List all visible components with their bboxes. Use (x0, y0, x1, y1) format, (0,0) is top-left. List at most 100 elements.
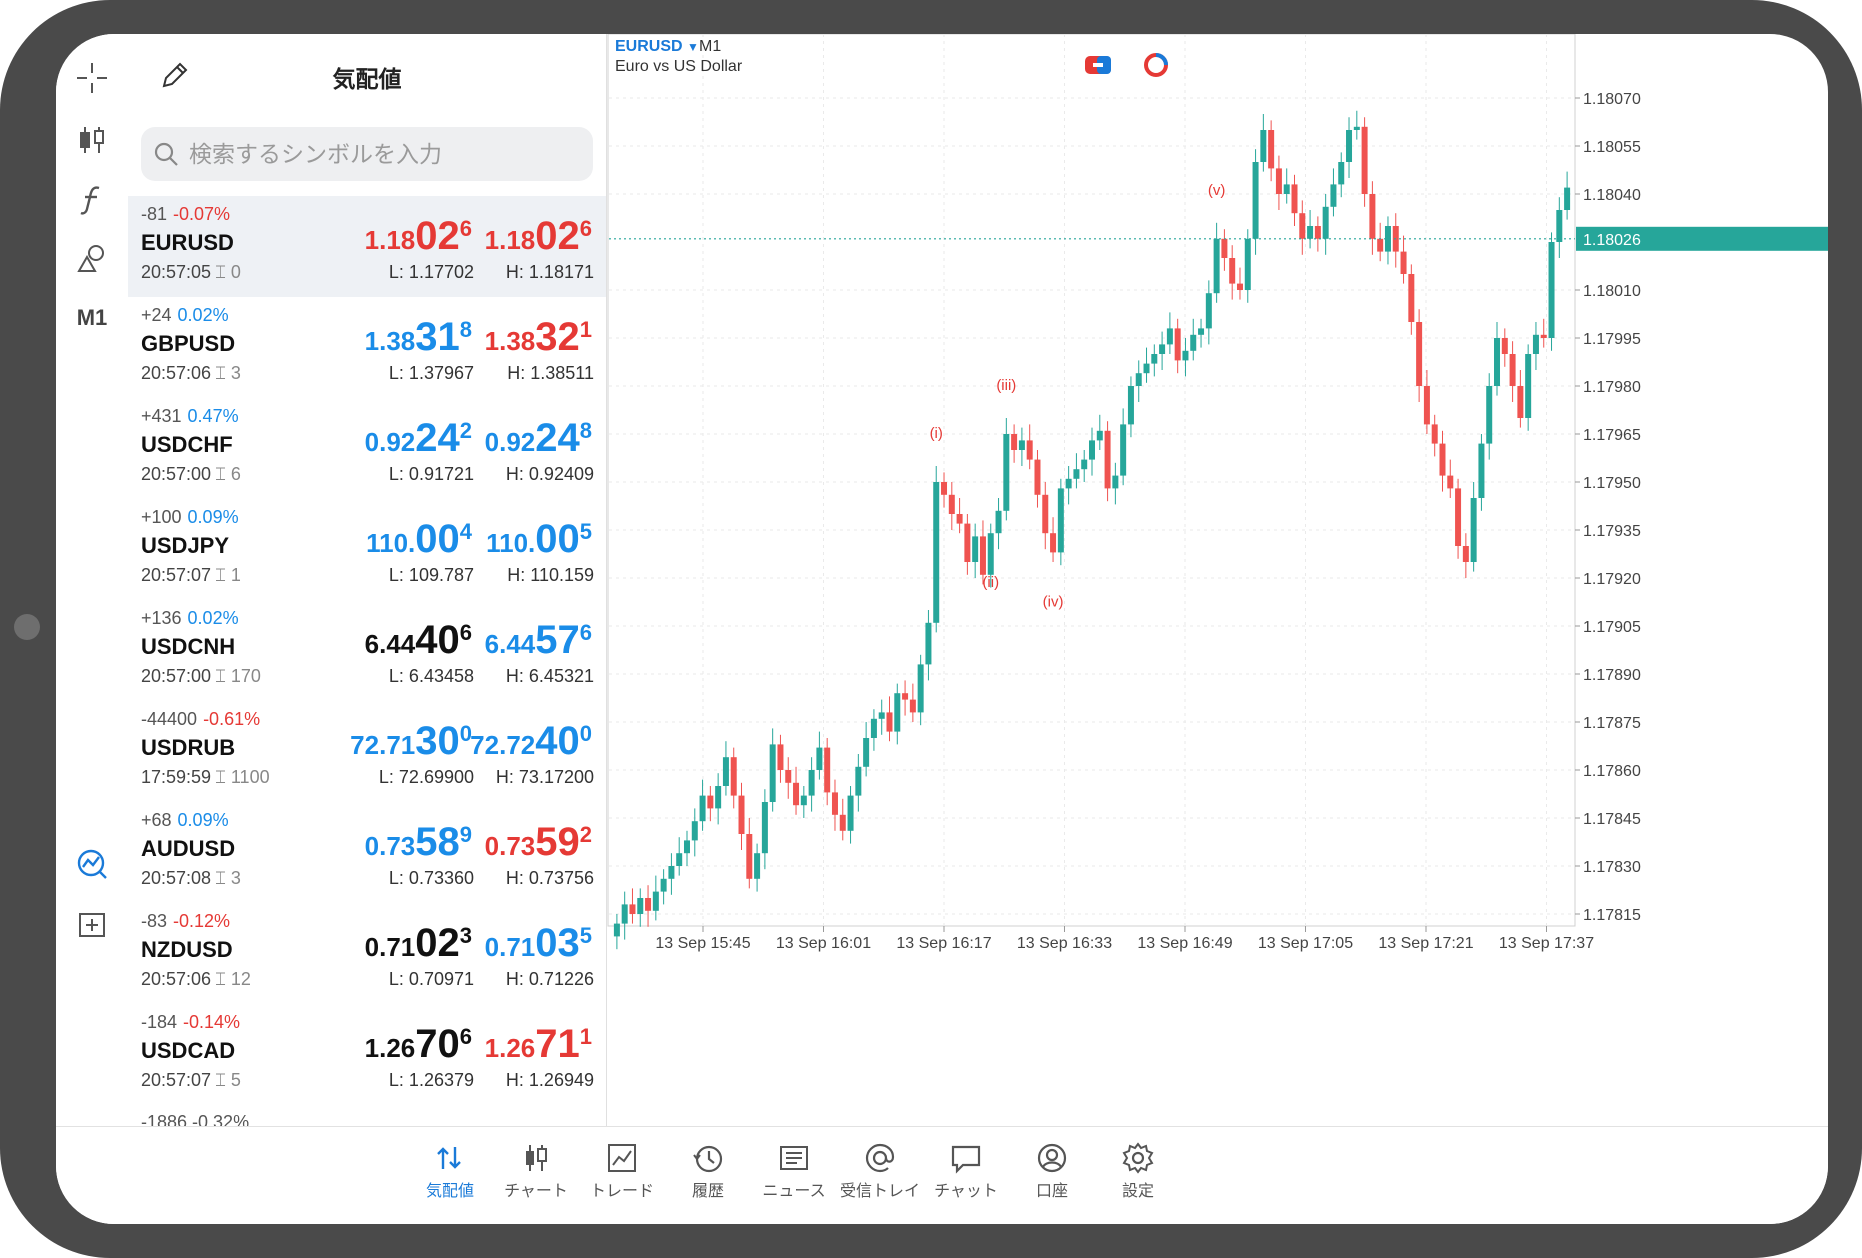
symbol-search-input[interactable] (187, 139, 581, 169)
account-tab[interactable]: 口座 (1002, 1135, 1102, 1201)
price-chart[interactable]: 1.18070 1.18055 1.18040 1.18010 1.17995 1.179… (607, 34, 1828, 1126)
wave-label: (ii) (982, 574, 999, 591)
quotes-tab[interactable]: 気配値 (400, 1135, 500, 1201)
candlestick-icon[interactable] (68, 116, 116, 164)
candle-body (800, 795, 807, 806)
function-icon[interactable] (68, 176, 116, 224)
price-axis-label: 1.18055 (1583, 139, 1641, 156)
ask-price-fraction: 2 (579, 822, 592, 847)
bid-price[interactable]: 1.38318 (365, 315, 472, 360)
change-points: +431 (141, 406, 182, 426)
ask-price[interactable]: 1.38321 (485, 315, 592, 360)
time-axis-label: 13 Sep 17:21 (1378, 935, 1473, 952)
ask-price-fraction: 6 (579, 620, 592, 645)
bid-price[interactable]: 1.18026 (365, 214, 472, 259)
quote-row-usdrub[interactable]: -44400 -0.61% USDRUB 17:59:59 ⌶ 1100 72.71300… (128, 701, 606, 802)
candle-body (1408, 274, 1415, 322)
candle-body (683, 840, 690, 854)
chat-tab[interactable]: チャット (916, 1135, 1016, 1201)
quote-timestamp: 20:57:05 (141, 262, 212, 282)
ask-price[interactable]: 110.005 (486, 517, 592, 562)
trade-signals-icon[interactable] (68, 840, 116, 888)
candle-body (1151, 354, 1158, 364)
quote-row-gbpusd[interactable]: +24 0.02% GBPUSD 20:57:06 ⌶ 3 1.38318 1.38321 L… (128, 297, 606, 398)
partial-quote-row: -1886 -0.32% (141, 1112, 250, 1126)
quote-low: L: 1.17702 (388, 262, 474, 282)
bid-price-fraction: 6 (459, 620, 472, 645)
bid-price[interactable]: 6.44406 (365, 618, 472, 663)
ask-price[interactable]: 6.44576 (485, 618, 592, 663)
ask-price[interactable]: 0.92248 (485, 416, 592, 461)
chart-canvas[interactable]: 1.18070 1.18055 1.18040 1.18010 1.17995 1.179… (607, 34, 1828, 1126)
price-axis-label: 1.17965 (1583, 427, 1641, 444)
news-tab[interactable]: ニュース (744, 1135, 844, 1201)
bid-price[interactable]: 0.92242 (365, 416, 472, 461)
change-points: -44400 (141, 709, 198, 729)
settings-tab[interactable]: 設定 (1088, 1135, 1188, 1201)
candle-body (761, 802, 768, 854)
tab-label: 受信トレイ (839, 1183, 920, 1200)
quote-row-usdcnh[interactable]: +136 0.02% USDCNH 20:57:00 ⌶ 170 6.44406 6.445… (128, 600, 606, 701)
candle-body (1159, 344, 1166, 354)
price-axis-label: 1.17905 (1583, 619, 1641, 636)
quote-time: 20:57:07 ⌶ 1 (141, 565, 241, 586)
ask-price[interactable]: 0.71035 (485, 921, 592, 966)
timeframe-label[interactable]: M1 (68, 294, 116, 342)
bid-price[interactable]: 1.26706 (365, 1022, 472, 1067)
candle-body (1011, 434, 1018, 450)
candle-body (1089, 440, 1095, 460)
plot-area[interactable] (607, 34, 1576, 927)
quote-row-eurusd[interactable]: -81 -0.07% EURUSD 20:57:05 ⌶ 0 1.18026 1.18026… (128, 196, 606, 297)
price-axis-label: 1.17830 (1583, 859, 1641, 876)
bid-price[interactable]: 72.71300 (350, 719, 472, 764)
quote-row-usdcad[interactable]: -184 -0.14% USDCAD 20:57:07 ⌶ 5 1.26706 1.2671… (128, 1004, 606, 1105)
candle-body (1275, 168, 1282, 194)
quote-row-usdjpy[interactable]: +100 0.09% USDJPY 20:57:07 ⌶ 1 110.004 110.005… (128, 499, 606, 600)
candle-body (738, 795, 745, 834)
history-tab[interactable]: 履歴 (658, 1135, 758, 1201)
ask-price-pips: 57 (535, 618, 580, 662)
change-percent: -0.12% (173, 911, 231, 931)
bid-price[interactable]: 110.004 (366, 517, 472, 562)
bid-price[interactable]: 0.71023 (365, 921, 472, 966)
symbol-search-box[interactable] (141, 127, 593, 181)
at-sign-icon (865, 1143, 895, 1173)
wave-label: (v) (1208, 182, 1226, 199)
ask-price-prefix: 72.72 (470, 730, 536, 760)
candle-body (1369, 194, 1376, 239)
ask-price[interactable]: 72.72400 (470, 719, 592, 764)
quote-high: H: 110.159 (507, 565, 594, 585)
candle-body (941, 482, 948, 495)
ask-price-fraction: 5 (579, 519, 592, 544)
quote-row-nzdusd[interactable]: -83 -0.12% NZDUSD 20:57:06 ⌶ 12 0.71023 0.7103… (128, 903, 606, 1004)
add-window-icon[interactable] (68, 900, 116, 948)
bid-price-fraction: 2 (459, 418, 472, 443)
chart-tab[interactable]: チャート (486, 1135, 586, 1201)
candle-body (715, 786, 722, 809)
quote-row-usdchf[interactable]: +431 0.47% USDCHF 20:57:00 ⌶ 6 0.92242 0.92248… (128, 398, 606, 499)
objects-icon[interactable] (68, 234, 116, 282)
quote-row-audusd[interactable]: +68 0.09% AUDUSD 20:57:08 ⌶ 3 0.73589 0.73592 L… (128, 802, 606, 903)
time-axis-label: 13 Sep 17:05 (1258, 935, 1353, 952)
crosshair-icon[interactable] (68, 54, 116, 102)
bid-price[interactable]: 0.73589 (365, 820, 472, 865)
ask-price[interactable]: 0.73592 (485, 820, 592, 865)
chart-symbol[interactable]: EURUSD (615, 38, 683, 56)
ask-price[interactable]: 1.26711 (485, 1022, 592, 1067)
candle-body (1416, 322, 1423, 386)
bid-price-pips: 02 (415, 921, 460, 965)
chevron-down-icon[interactable]: ▼ (687, 40, 699, 54)
candle-body (1478, 443, 1485, 498)
candle-body (1353, 126, 1360, 130)
candle-body (769, 744, 776, 802)
inbox-tab[interactable]: 受信トレイ (830, 1135, 930, 1201)
ask-price[interactable]: 1.18026 (485, 214, 592, 259)
quote-timestamp: 20:57:08 (141, 868, 212, 888)
trade-tab[interactable]: トレード (572, 1135, 672, 1201)
change-percent: -0.07% (173, 204, 231, 224)
candle-body (1050, 533, 1057, 553)
quote-change: +24 0.02% (141, 305, 229, 326)
candle-body (1057, 488, 1064, 553)
change-percent: -0.14% (183, 1012, 241, 1032)
change-points: +100 (141, 507, 182, 527)
